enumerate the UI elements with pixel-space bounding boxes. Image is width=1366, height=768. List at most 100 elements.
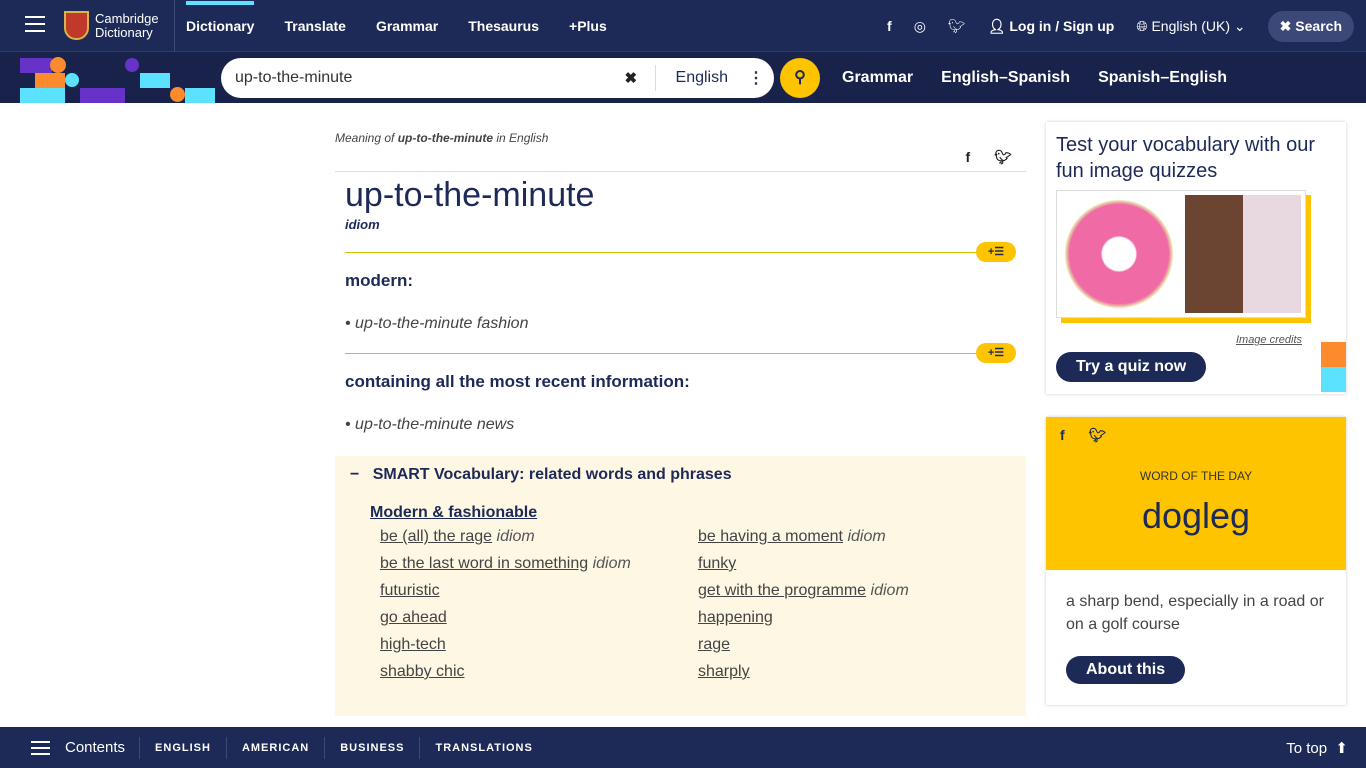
related-word: high-tech <box>380 636 698 654</box>
related-word-link[interactable]: be the last word in something <box>380 555 588 572</box>
related-word: rage <box>698 636 998 654</box>
try-quiz-button[interactable]: Try a quiz now <box>1056 352 1207 382</box>
crest-icon <box>64 11 89 40</box>
search-input[interactable]: up-to-the-minute ✖ English ⋮ <box>221 58 774 98</box>
search-submit-icon[interactable]: ⚲ <box>780 58 820 98</box>
example-text: up-to-the-minute news <box>355 416 515 433</box>
meaning-word: up-to-the-minute <box>397 131 494 145</box>
search-label: Search <box>1295 17 1342 34</box>
smart-category-link[interactable]: Modern & fashionable <box>370 504 1011 522</box>
related-word-type: idiom <box>496 528 535 545</box>
logo[interactable]: Cambridge Dictionary <box>64 11 165 40</box>
definition: containing all the most recent informati… <box>345 372 690 391</box>
link-english-spanish[interactable]: English–Spanish <box>941 69 1070 87</box>
related-word-link[interactable]: be having a moment <box>698 528 843 545</box>
related-word-link[interactable]: shabby chic <box>380 663 465 680</box>
nav-grammar[interactable]: Grammar <box>376 18 438 34</box>
decor-block <box>1321 342 1346 367</box>
related-word: shabby chic <box>380 663 698 681</box>
twitter-icon[interactable]: 🐦︎ <box>948 18 966 35</box>
smart-title: SMART Vocabulary: related words and phra… <box>372 466 732 483</box>
add-to-list-button[interactable]: +☰ <box>976 242 1016 262</box>
login-label: Log in / Sign up <box>1009 17 1115 34</box>
footer-link-business[interactable]: BUSINESS <box>324 736 419 759</box>
definition: modern: <box>345 271 413 290</box>
nav-translate[interactable]: Translate <box>284 18 345 34</box>
related-word-type: idiom <box>870 582 909 599</box>
related-word: go ahead <box>380 609 698 627</box>
smart-vocab-toggle[interactable]: − SMART Vocabulary: related words and ph… <box>350 466 1011 484</box>
related-word: sharply <box>698 663 998 681</box>
related-word-link[interactable]: funky <box>698 555 736 572</box>
donut-image <box>1061 195 1177 313</box>
nav-plus[interactable]: +Plus <box>569 18 607 34</box>
twitter-share-icon[interactable]: 🐦︎ <box>994 149 1012 166</box>
related-word-link[interactable]: go ahead <box>380 609 447 626</box>
facebook-share-icon[interactable]: f <box>966 149 971 166</box>
contents-menu-icon[interactable] <box>31 740 50 755</box>
divider <box>335 171 1026 172</box>
part-of-speech: idiom <box>345 217 380 232</box>
related-word-link[interactable]: be (all) the rage <box>380 528 492 545</box>
related-word-link[interactable]: sharply <box>698 663 750 680</box>
clear-icon[interactable]: ✖ <box>625 69 655 87</box>
to-top-label: To top <box>1286 739 1328 757</box>
nav-dictionary[interactable]: Dictionary <box>186 1 255 34</box>
milkshake-image <box>1185 195 1301 313</box>
twitter-share-icon[interactable]: 🐦︎ <box>1089 427 1107 444</box>
related-word-link[interactable]: get with the programme <box>698 582 866 599</box>
related-word-link[interactable]: futuristic <box>380 582 440 599</box>
quiz-panel: Test your vocabulary with our fun image … <box>1046 122 1346 394</box>
top-nav-bar: Cambridge Dictionary Dictionary Translat… <box>0 0 1366 52</box>
example: • up-to-the-minute fashion <box>345 315 529 332</box>
menu-icon[interactable] <box>25 16 45 32</box>
search-toggle-button[interactable]: ✖ Search <box>1267 10 1354 42</box>
related-word-link[interactable]: rage <box>698 636 730 653</box>
related-word: futuristic <box>380 582 698 600</box>
dataset-select[interactable]: English <box>654 65 748 91</box>
add-to-list-button[interactable]: +☰ <box>976 343 1016 363</box>
related-word-link[interactable]: high-tech <box>380 636 446 653</box>
quiz-images[interactable] <box>1056 190 1306 318</box>
quiz-title: Test your vocabulary with our fun image … <box>1056 134 1316 182</box>
meaning-suffix: in English <box>493 131 549 145</box>
headword: up-to-the-minute <box>345 176 595 214</box>
facebook-share-icon[interactable]: f <box>1060 427 1065 444</box>
related-word-link[interactable]: happening <box>698 609 773 626</box>
decor-block <box>1321 367 1346 392</box>
entry: Meaning of up-to-the-minute in English f… <box>335 103 1026 716</box>
link-grammar[interactable]: Grammar <box>842 69 913 87</box>
to-top-button[interactable]: To top ⬆ <box>1286 739 1348 757</box>
wotd-definition: a sharp bend, especially in a road or on… <box>1066 593 1324 633</box>
logo-text: Cambridge Dictionary <box>95 10 159 40</box>
word-of-the-day: f 🐦︎ WORD OF THE DAY dogleg a sharp bend,… <box>1046 417 1346 705</box>
image-credits-link[interactable]: Image credits <box>1056 334 1302 346</box>
search-value[interactable]: up-to-the-minute <box>221 69 625 87</box>
related-word: be having a moment idiom <box>698 528 998 546</box>
about-this-button[interactable]: About this <box>1066 656 1186 684</box>
smart-vocabulary: − SMART Vocabulary: related words and ph… <box>335 456 1026 716</box>
footer-link-english[interactable]: ENGLISH <box>139 736 226 759</box>
related-word: funky <box>698 555 998 573</box>
divider <box>174 0 175 52</box>
related-word: get with the programme idiom <box>698 582 998 600</box>
link-spanish-english[interactable]: Spanish–English <box>1098 69 1227 87</box>
login-link[interactable]: 👤︎ Log in / Sign up <box>988 18 1115 35</box>
contents-button[interactable]: Contents <box>65 739 125 756</box>
example: • up-to-the-minute news <box>345 416 515 433</box>
footer-link-translations[interactable]: TRANSLATIONS <box>419 736 547 759</box>
more-options-icon[interactable]: ⋮ <box>748 68 774 88</box>
wotd-word[interactable]: dogleg <box>1046 495 1346 537</box>
meaning-prefix: Meaning of <box>335 131 398 145</box>
related-word: be the last word in something idiom <box>380 555 698 573</box>
nav-thesaurus[interactable]: Thesaurus <box>468 18 539 34</box>
facebook-icon[interactable]: f <box>887 18 892 34</box>
related-word-type: idiom <box>592 555 631 572</box>
footer-link-american[interactable]: AMERICAN <box>225 736 324 759</box>
instagram-icon[interactable]: ◎ <box>914 18 926 35</box>
language-label: English (UK) <box>1151 17 1231 34</box>
related-word-type: idiom <box>847 528 886 545</box>
language-select[interactable]: 🌐︎ English (UK) ⌄ <box>1136 18 1245 35</box>
example-text: up-to-the-minute fashion <box>355 315 529 332</box>
footer-bar: Contents ENGLISH AMERICAN BUSINESS TRANS… <box>0 727 1366 768</box>
